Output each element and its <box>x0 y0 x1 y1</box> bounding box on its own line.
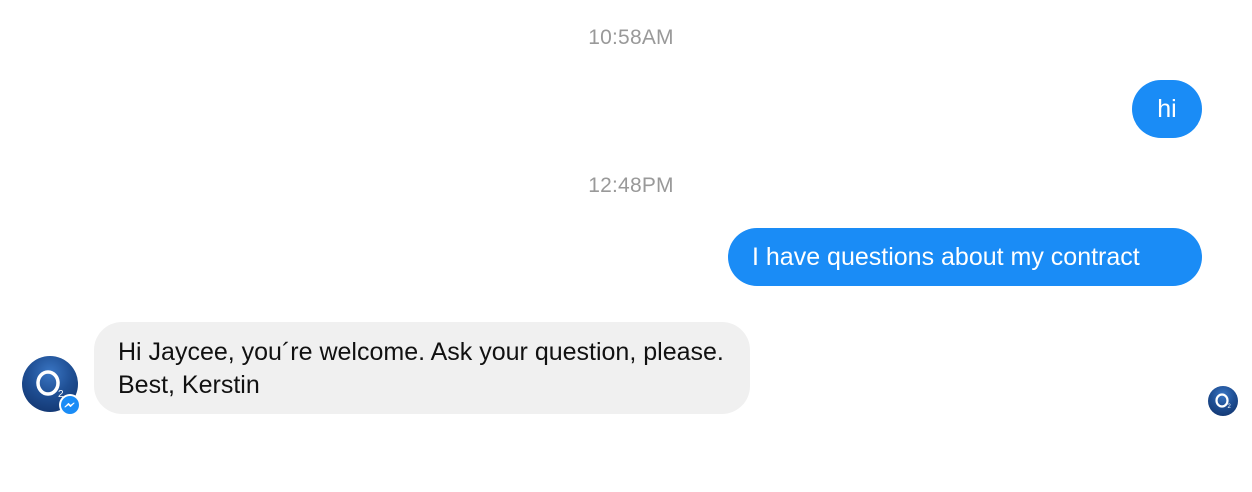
timestamp: 12:48PM <box>588 174 674 197</box>
svg-text:2: 2 <box>1228 404 1232 410</box>
messenger-icon <box>61 396 79 414</box>
incoming-message[interactable]: Hi Jaycee, you´re welcome. Ask your ques… <box>94 322 750 414</box>
outgoing-message[interactable]: hi <box>1132 80 1202 138</box>
timestamp: 10:58AM <box>588 26 674 49</box>
messenger-badge <box>59 394 81 416</box>
o2-logo-icon: 2 <box>1215 393 1232 410</box>
outgoing-message[interactable]: I have questions about my contract <box>728 228 1202 286</box>
conversation-thread: 10:58AM hi 12:48PM I have questions abou… <box>0 0 1252 492</box>
read-receipt-icon: 2 <box>1208 386 1238 416</box>
